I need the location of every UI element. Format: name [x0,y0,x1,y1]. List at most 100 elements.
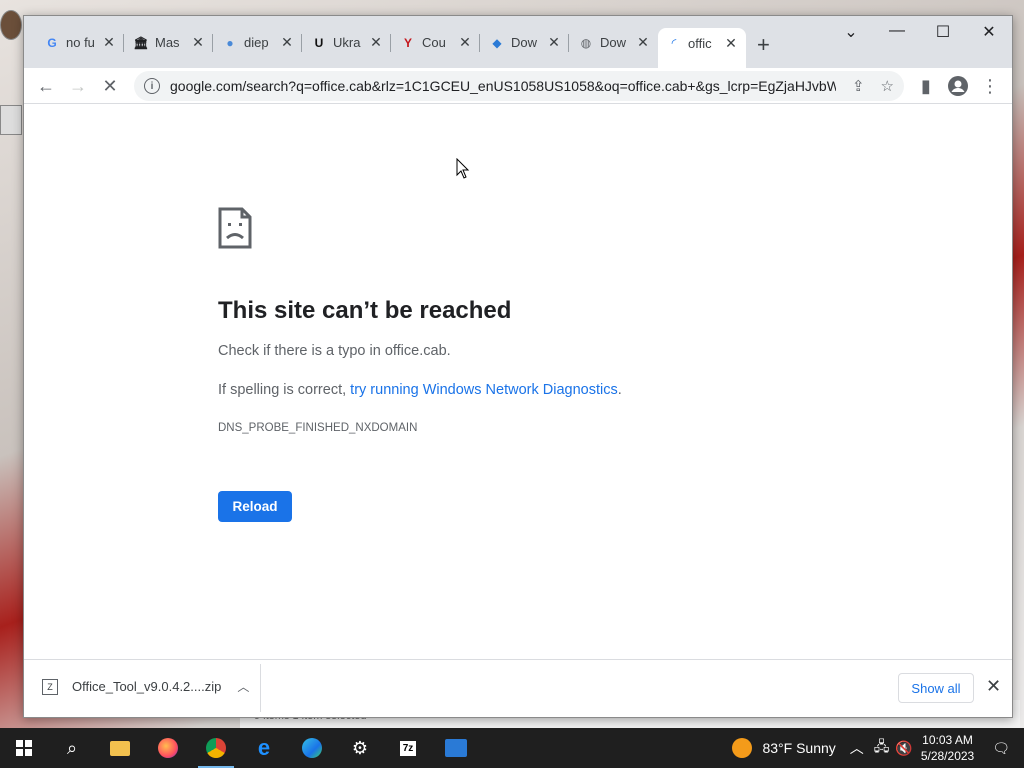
error-hint-prefix: If spelling is correct, [218,382,351,398]
chevron-up-icon[interactable]: ︿ [237,678,249,695]
browser-tab[interactable]: ● diep ✕ [214,28,302,57]
profile-avatar-icon[interactable] [946,74,970,98]
7zip-icon[interactable]: 7z [384,728,432,768]
loading-spinner-icon: ◜ [671,36,677,50]
tab-separator [479,34,480,52]
url-text[interactable]: google.com/search?q=office.cab&rlz=1C1GC… [170,78,836,94]
close-tab-icon[interactable]: ✕ [102,34,116,51]
browser-tab[interactable]: 🏛 Mas ✕ [125,28,213,57]
download-shelf: Z Office_Tool_v9.0.4.2....zip ︿ Show all… [24,659,1012,717]
search-icon[interactable]: ⌕ [48,728,96,768]
error-hint-diagnostics: If spelling is correct, try running Wind… [218,382,622,398]
weather-sun-icon[interactable] [732,738,753,758]
desktop-icon[interactable] [0,10,24,42]
error-hint-typo: Check if there is a typo in office.cab. [218,343,451,359]
tab-separator [123,34,124,52]
browser-tab[interactable]: U Ukra ✕ [303,28,391,57]
tab-title: Dow [600,35,627,50]
system-tray: 83°F Sunny ︿ 🖧 🔇 10:03 AM 5/28/2023 🗨 [732,728,1024,768]
menu-kebab-icon[interactable]: ⋮ [978,74,1002,98]
tab-search-button[interactable]: ⌄ [828,22,874,42]
error-hint-suffix: . [617,382,622,398]
settings-gear-icon[interactable]: ⚙ [336,728,384,768]
weather-text[interactable]: 83°F Sunny [762,740,835,756]
browser-tab[interactable]: Y Cou ✕ [392,28,480,57]
share-icon[interactable]: ⇪ [852,77,865,95]
tab-separator [301,34,302,52]
close-window-button[interactable]: ✕ [966,22,1012,42]
close-tab-icon[interactable]: ✕ [369,34,383,51]
tab-title: Ukra [333,35,361,50]
notifications-icon[interactable]: 🗨 [992,740,1010,757]
speaker-muted-icon[interactable]: 🔇 [895,740,912,757]
close-tab-icon[interactable]: ✕ [547,34,561,51]
new-tab-button[interactable]: + [757,32,770,58]
tab-title: offic [688,35,712,51]
museum-icon: 🏛 [133,35,149,50]
close-shelf-icon[interactable]: ✕ [986,676,1001,697]
tab-title: no fu [66,35,95,50]
edge-icon[interactable] [288,728,336,768]
tab-title: Mas [155,35,180,50]
google-icon: G [47,35,57,50]
forward-button[interactable]: → [66,74,90,98]
back-button[interactable]: ← [34,74,58,98]
zip-file-icon: Z [42,678,58,695]
y-logo-icon: Y [403,35,412,50]
shelf-divider [260,664,261,712]
download-file-name[interactable]: Office_Tool_v9.0.4.2....zip [72,679,221,694]
sad-document-icon [218,207,252,249]
tab-title: diep [244,35,269,50]
chevron-up-icon[interactable]: ︿ [850,738,864,758]
reload-button[interactable]: Reload [218,491,292,522]
app-icon: ◆ [492,35,502,50]
minimize-button[interactable]: — [874,22,920,40]
browser-window: Gno fu ✕ 🏛 Mas ✕ ● diep ✕ U Ukra ✕ Y Cou ✕ ◆ Dow ✕ ◍ Dow ✕ ◜… [23,15,1013,718]
firefox-icon[interactable] [144,728,192,768]
desktop-icon[interactable] [0,105,24,137]
browser-toolbar: ← → ✕ i google.com/search?q=office.cab&r… [24,68,1012,104]
tab-separator [390,34,391,52]
close-tab-icon[interactable]: ✕ [724,35,738,52]
tab-separator [568,34,569,52]
error-code: DNS_PROBE_FINISHED_NXDOMAIN [218,422,418,434]
bookmark-star-icon[interactable]: ☆ [881,77,894,95]
maximize-button[interactable]: ☐ [920,22,966,42]
show-all-button[interactable]: Show all [898,673,974,703]
desktop-icon-image [0,10,22,40]
tab-separator [212,34,213,52]
fish-icon: ● [226,35,234,50]
address-bar[interactable]: i google.com/search?q=office.cab&rlz=1C1… [134,71,904,101]
u-logo-icon: U [314,35,324,50]
globe-icon: ◍ [580,35,592,50]
desktop-icon-image [0,105,22,135]
browser-tab[interactable]: ◜ offic ✕ [658,28,746,68]
browser-tab[interactable]: ◆ Dow ✕ [481,28,569,57]
network-icon[interactable]: 🖧 [874,736,890,760]
browser-tab[interactable]: Gno fu ✕ [36,28,124,57]
start-button[interactable] [0,728,48,768]
close-tab-icon[interactable]: ✕ [280,34,294,51]
download-item[interactable]: Z Office_Tool_v9.0.4.2....zip ︿ [42,678,249,695]
stop-loading-button[interactable]: ✕ [98,74,122,98]
close-tab-icon[interactable]: ✕ [636,34,650,51]
error-title: This site can’t be reached [218,297,512,324]
browser-tab[interactable]: ◍ Dow ✕ [570,28,658,57]
close-tab-icon[interactable]: ✕ [458,34,472,51]
tab-title: Cou [422,35,446,50]
file-explorer-icon[interactable] [96,728,144,768]
app-icon[interactable] [432,728,480,768]
tab-strip: Gno fu ✕ 🏛 Mas ✕ ● diep ✕ U Ukra ✕ Y Cou ✕ ◆ Dow ✕ ◍ Dow ✕ ◜… [24,16,1012,68]
clock[interactable]: 10:03 AM 5/28/2023 [921,732,974,764]
close-tab-icon[interactable]: ✕ [191,34,205,51]
tab-title: Dow [511,35,538,50]
side-panel-icon[interactable]: ▮ [914,74,938,98]
page-content: This site can’t be reached Check if ther… [24,104,1012,659]
taskbar: ⌕ e ⚙ 7z 83°F Sunny ︿ 🖧 🔇 10:03 AM 5/28/… [0,728,1024,768]
chrome-icon[interactable] [192,728,240,768]
site-info-icon[interactable]: i [144,78,160,94]
mouse-cursor-icon [456,158,470,179]
network-diagnostics-link[interactable]: try running Windows Network Diagnostics [350,382,618,398]
clock-time: 10:03 AM [922,733,973,747]
internet-explorer-icon[interactable]: e [240,728,288,768]
